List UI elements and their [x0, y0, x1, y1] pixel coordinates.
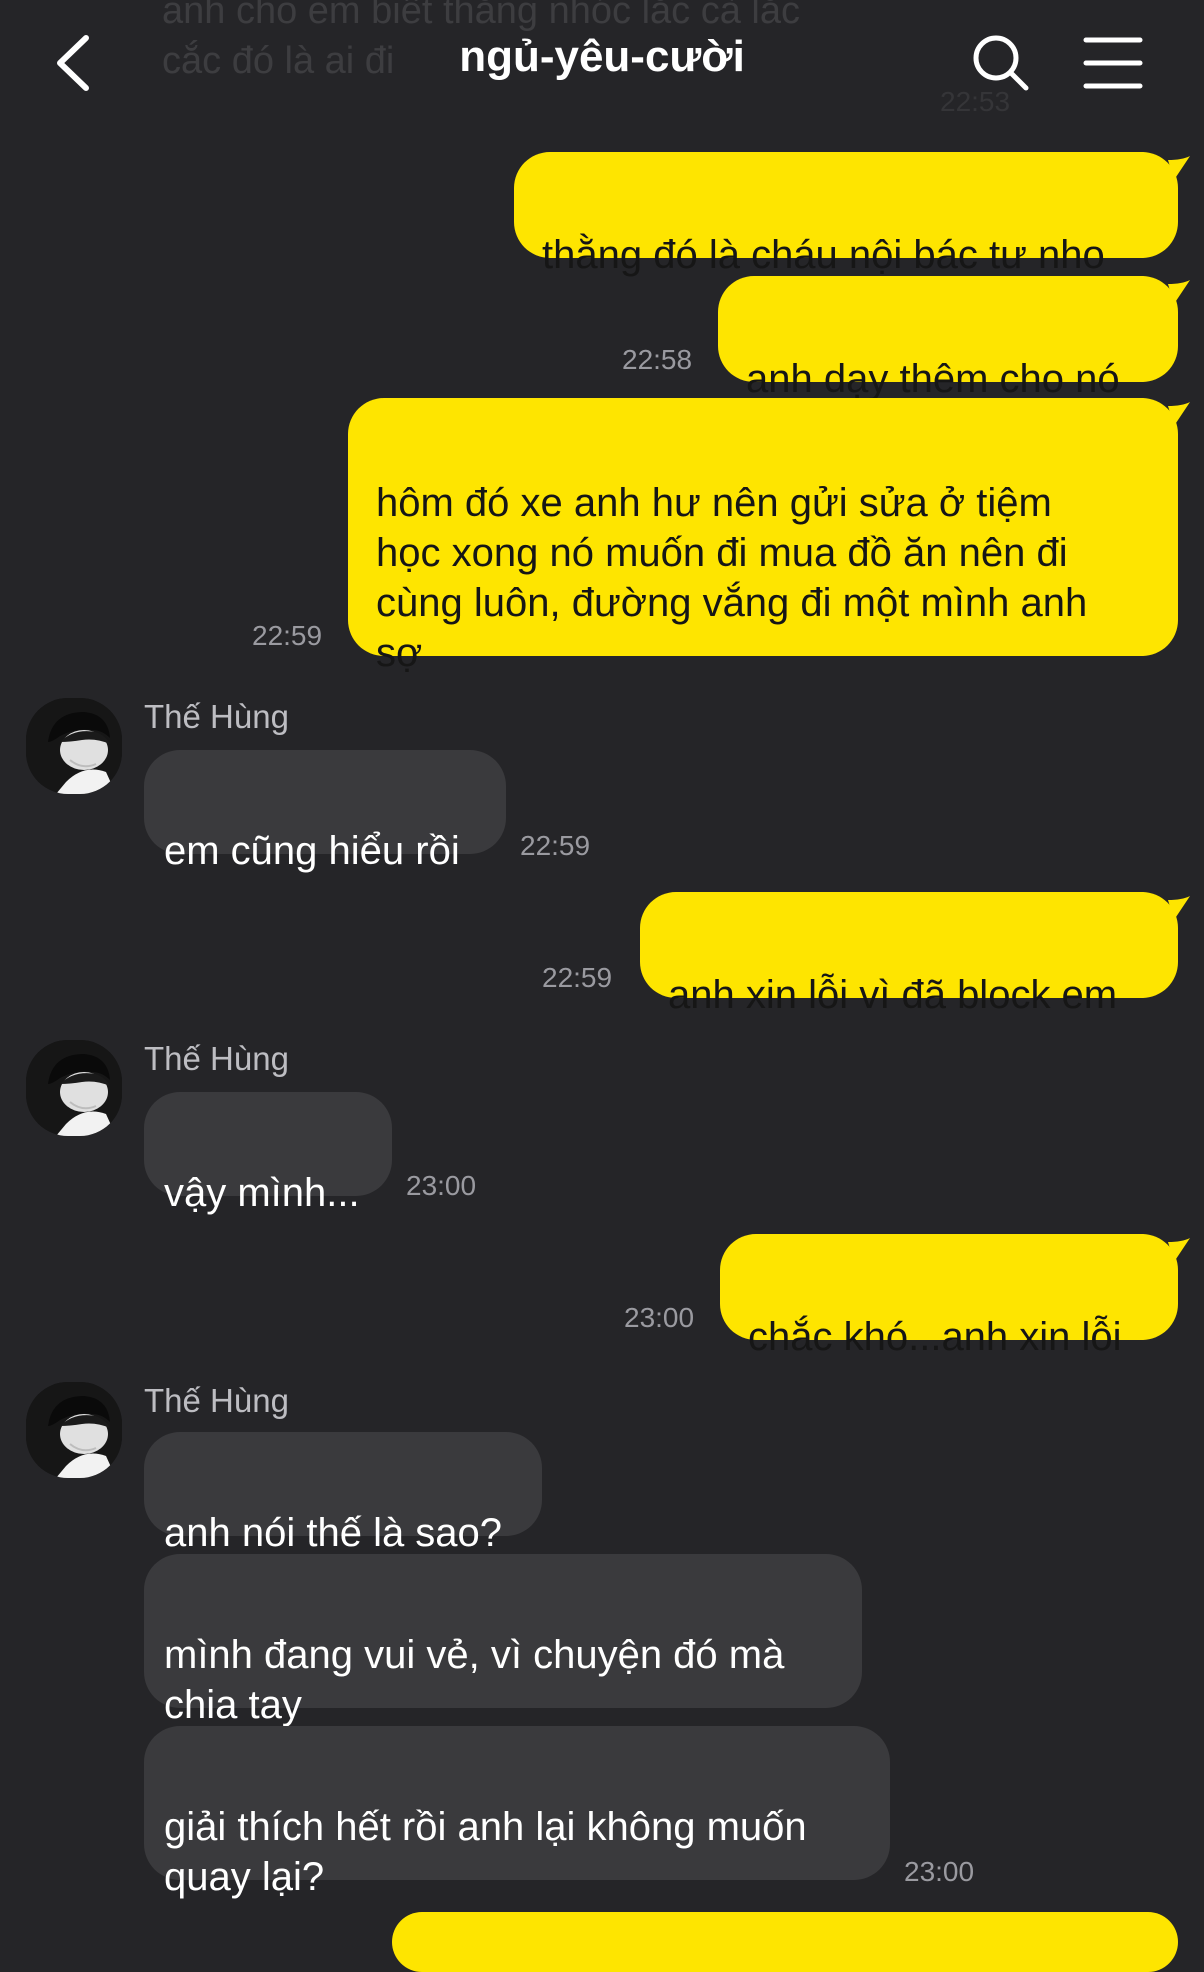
bubble-tail [1168, 1238, 1190, 1262]
hamburger-menu-icon [1083, 37, 1143, 89]
menu-button[interactable] [1078, 30, 1148, 96]
avatar[interactable] [26, 698, 122, 794]
incoming-message-bubble[interactable]: anh nói thế là sao? [144, 1432, 542, 1555]
outgoing-message-bubble[interactable]: anh xin lỗi vì đã block em [640, 892, 1178, 1017]
profile-photo-icon [26, 698, 122, 794]
bubble-tail [1168, 156, 1190, 180]
chevron-left-icon [57, 35, 89, 91]
message-text: thằng đó là cháu nội bác tư nho [542, 233, 1105, 277]
bubble-tail [1168, 402, 1190, 426]
incoming-message-bubble[interactable]: em cũng hiểu rồi [144, 750, 506, 873]
chat-header: ngủ-yêu-cười [0, 0, 1204, 130]
message-time: 22:58 [622, 344, 693, 375]
avatar[interactable] [26, 1040, 122, 1136]
outgoing-message-bubble[interactable]: anh dạy thêm cho nó [718, 276, 1178, 401]
message-time: 23:00 [904, 1856, 975, 1887]
profile-photo-icon [26, 1382, 122, 1478]
outgoing-message-bubble[interactable]: hôm đó xe anh hư nên gửi sửa ở tiệm học … [348, 398, 1178, 675]
message-time: 22:59 [542, 962, 613, 993]
message-text: anh nói thế là sao? [164, 1511, 503, 1555]
avatar[interactable] [26, 1382, 122, 1478]
incoming-message-bubble[interactable]: vậy mình... [144, 1092, 392, 1215]
outgoing-message-bubble[interactable]: chắc khó...anh xin lỗi [720, 1234, 1178, 1359]
message-text: em cũng hiểu rồi [164, 829, 460, 873]
outgoing-message-bubble-partial[interactable] [392, 1912, 1178, 1972]
incoming-message-bubble[interactable]: giải thích hết rồi anh lại không muốn qu… [144, 1726, 890, 1899]
sender-name: Thế Hùng [144, 698, 289, 735]
chat-screen: anh cho em biết thằng nhóc lắc cà lắc cắ… [0, 0, 1204, 1972]
bubble-tail [1168, 280, 1190, 304]
sender-name: Thế Hùng [144, 1040, 289, 1077]
message-time: 22:59 [252, 620, 323, 651]
search-button[interactable] [966, 28, 1036, 98]
incoming-message-bubble[interactable]: mình đang vui vẻ, vì chuyện đó mà chia t… [144, 1554, 862, 1727]
outgoing-message-bubble[interactable]: thằng đó là cháu nội bác tư nho [514, 152, 1178, 277]
message-time: 22:59 [520, 830, 591, 861]
sender-name: Thế Hùng [144, 1382, 289, 1419]
message-time: 23:00 [406, 1170, 477, 1201]
bubble-tail [1168, 896, 1190, 920]
search-icon [973, 35, 1029, 91]
message-text: chắc khó...anh xin lỗi [748, 1315, 1122, 1359]
message-text: giải thích hết rồi anh lại không muốn qu… [164, 1805, 807, 1899]
message-text: anh dạy thêm cho nó [746, 357, 1120, 401]
message-text: mình đang vui vẻ, vì chuyện đó mà chia t… [164, 1633, 785, 1727]
message-time: 23:00 [624, 1302, 695, 1333]
message-text: hôm đó xe anh hư nên gửi sửa ở tiệm học … [376, 481, 1088, 675]
message-text: anh xin lỗi vì đã block em [668, 973, 1118, 1017]
profile-photo-icon [26, 1040, 122, 1136]
message-text: vậy mình... [164, 1171, 360, 1215]
back-button[interactable] [44, 28, 108, 98]
